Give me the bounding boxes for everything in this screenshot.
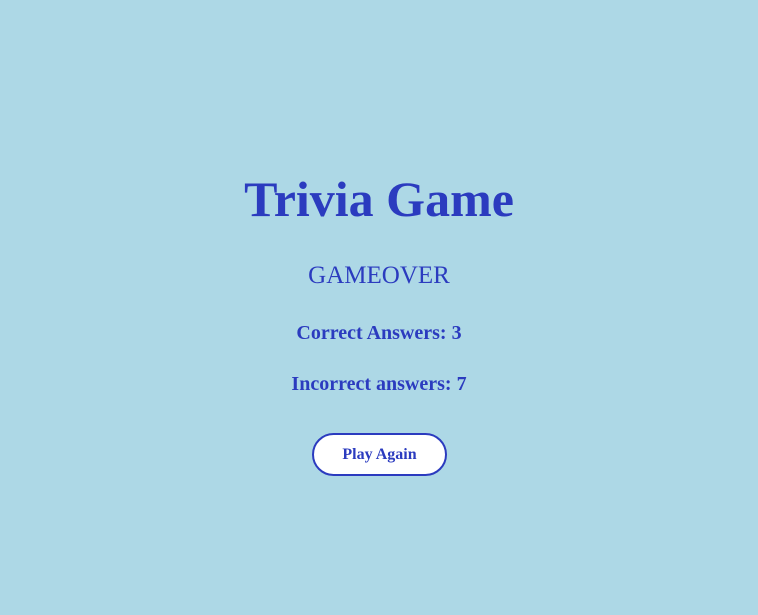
play-again-button[interactable]: Play Again <box>312 433 447 476</box>
correct-answers-label: Correct Answers: <box>296 322 452 344</box>
correct-answers-stat: Correct Answers: 3 <box>0 321 758 345</box>
correct-answers-count: 3 <box>451 322 462 344</box>
game-over-screen: Trivia Game GAMEOVER Correct Answers: 3 … <box>0 0 758 615</box>
incorrect-answers-label: Incorrect answers: <box>291 373 457 395</box>
page-title: Trivia Game <box>244 171 514 227</box>
incorrect-answers-count: 7 <box>456 373 467 395</box>
game-status: GAMEOVER <box>308 262 450 289</box>
incorrect-answers-stat: Incorrect answers: 7 <box>0 372 758 396</box>
